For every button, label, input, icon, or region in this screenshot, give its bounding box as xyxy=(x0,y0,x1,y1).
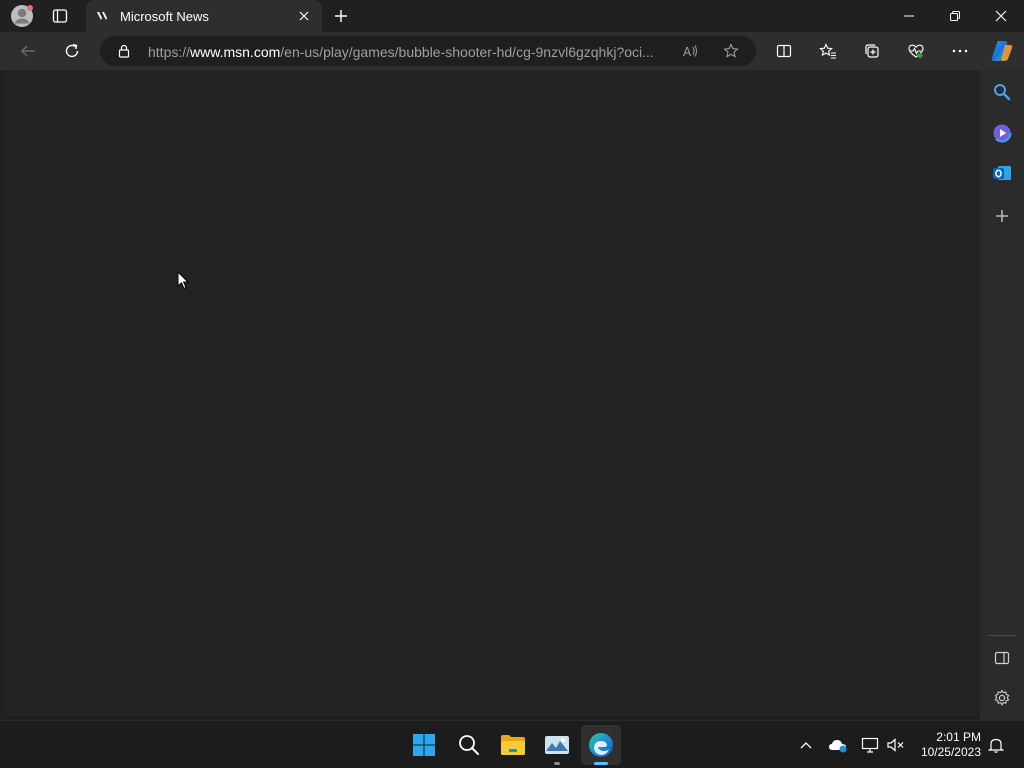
url-domain: www.msn.com xyxy=(190,44,281,60)
restore-icon[interactable] xyxy=(942,4,968,28)
sidebar-add-icon[interactable] xyxy=(990,204,1014,228)
start-windows-icon[interactable] xyxy=(410,731,438,759)
back-arrow-icon[interactable] xyxy=(16,40,40,62)
tab-microsoft-news[interactable]: Microsoft News xyxy=(86,0,322,32)
sidebar-outlook-icon[interactable] xyxy=(990,161,1014,185)
network-display-icon[interactable] xyxy=(858,735,882,755)
clock-time: 2:01 PM xyxy=(936,730,981,744)
new-tab-plus-icon[interactable] xyxy=(330,4,352,28)
sidebar-search-icon[interactable] xyxy=(990,80,1014,104)
split-screen-icon[interactable] xyxy=(772,40,796,62)
file-explorer-icon[interactable] xyxy=(499,731,527,759)
notification-bell-icon[interactable] xyxy=(986,735,1006,755)
volume-muted-icon[interactable] xyxy=(884,735,908,755)
address-bar[interactable]: https://www.msn.com/en-us/play/games/bub… xyxy=(100,36,756,66)
photos-app-icon[interactable] xyxy=(543,731,571,759)
page-content-area[interactable] xyxy=(4,70,980,716)
copilot-icon[interactable] xyxy=(988,37,1016,65)
system-clock[interactable]: 2:01 PM 10/25/2023 xyxy=(921,730,981,760)
taskbar-search-icon[interactable] xyxy=(455,731,483,759)
sidebar-settings-gear-icon[interactable] xyxy=(990,686,1014,710)
svg-text:A: A xyxy=(683,45,692,58)
refresh-icon[interactable] xyxy=(60,40,84,62)
sidebar-hide-icon[interactable] xyxy=(990,646,1014,670)
favorites-icon[interactable] xyxy=(816,40,840,62)
photos-running-indicator xyxy=(554,762,560,765)
favorite-star-icon[interactable] xyxy=(720,41,742,61)
close-window-icon[interactable] xyxy=(988,4,1014,28)
tab-actions-icon[interactable] xyxy=(48,4,72,28)
tab-title: Microsoft News xyxy=(120,9,209,24)
browser-toolbar: https://www.msn.com/en-us/play/games/bub… xyxy=(0,32,1024,70)
sidebar-divider xyxy=(988,635,1016,636)
mouse-cursor-icon xyxy=(177,271,189,290)
sidebar-copilot-icon[interactable] xyxy=(990,121,1014,145)
url-prefix: https:// xyxy=(148,44,191,60)
edge-browser-icon[interactable] xyxy=(587,731,615,759)
minimize-icon[interactable] xyxy=(896,4,922,28)
more-icon[interactable] xyxy=(948,40,972,62)
clock-date: 10/25/2023 xyxy=(920,745,981,759)
edge-running-indicator xyxy=(594,762,608,765)
url-path: /en-us/play/games/bubble-shooter-hd/cg-9… xyxy=(280,44,654,60)
read-aloud-icon[interactable]: A xyxy=(680,41,702,61)
heartbeat-icon[interactable] xyxy=(904,40,928,62)
profile-avatar-icon[interactable] xyxy=(8,4,36,28)
msn-favicon-icon xyxy=(94,8,110,24)
lock-icon[interactable] xyxy=(116,43,132,59)
collections-icon[interactable] xyxy=(860,40,884,62)
title-bar: Microsoft News xyxy=(0,0,1024,32)
url-text[interactable]: https://www.msn.com/en-us/play/games/bub… xyxy=(148,44,668,60)
edge-sidebar xyxy=(980,70,1024,720)
windows-taskbar: 2:01 PM 10/25/2023 xyxy=(0,720,1024,768)
close-tab-icon[interactable] xyxy=(296,8,312,24)
onedrive-cloud-icon[interactable] xyxy=(826,735,850,755)
show-hidden-icons-chevron-up-icon[interactable] xyxy=(796,735,816,755)
